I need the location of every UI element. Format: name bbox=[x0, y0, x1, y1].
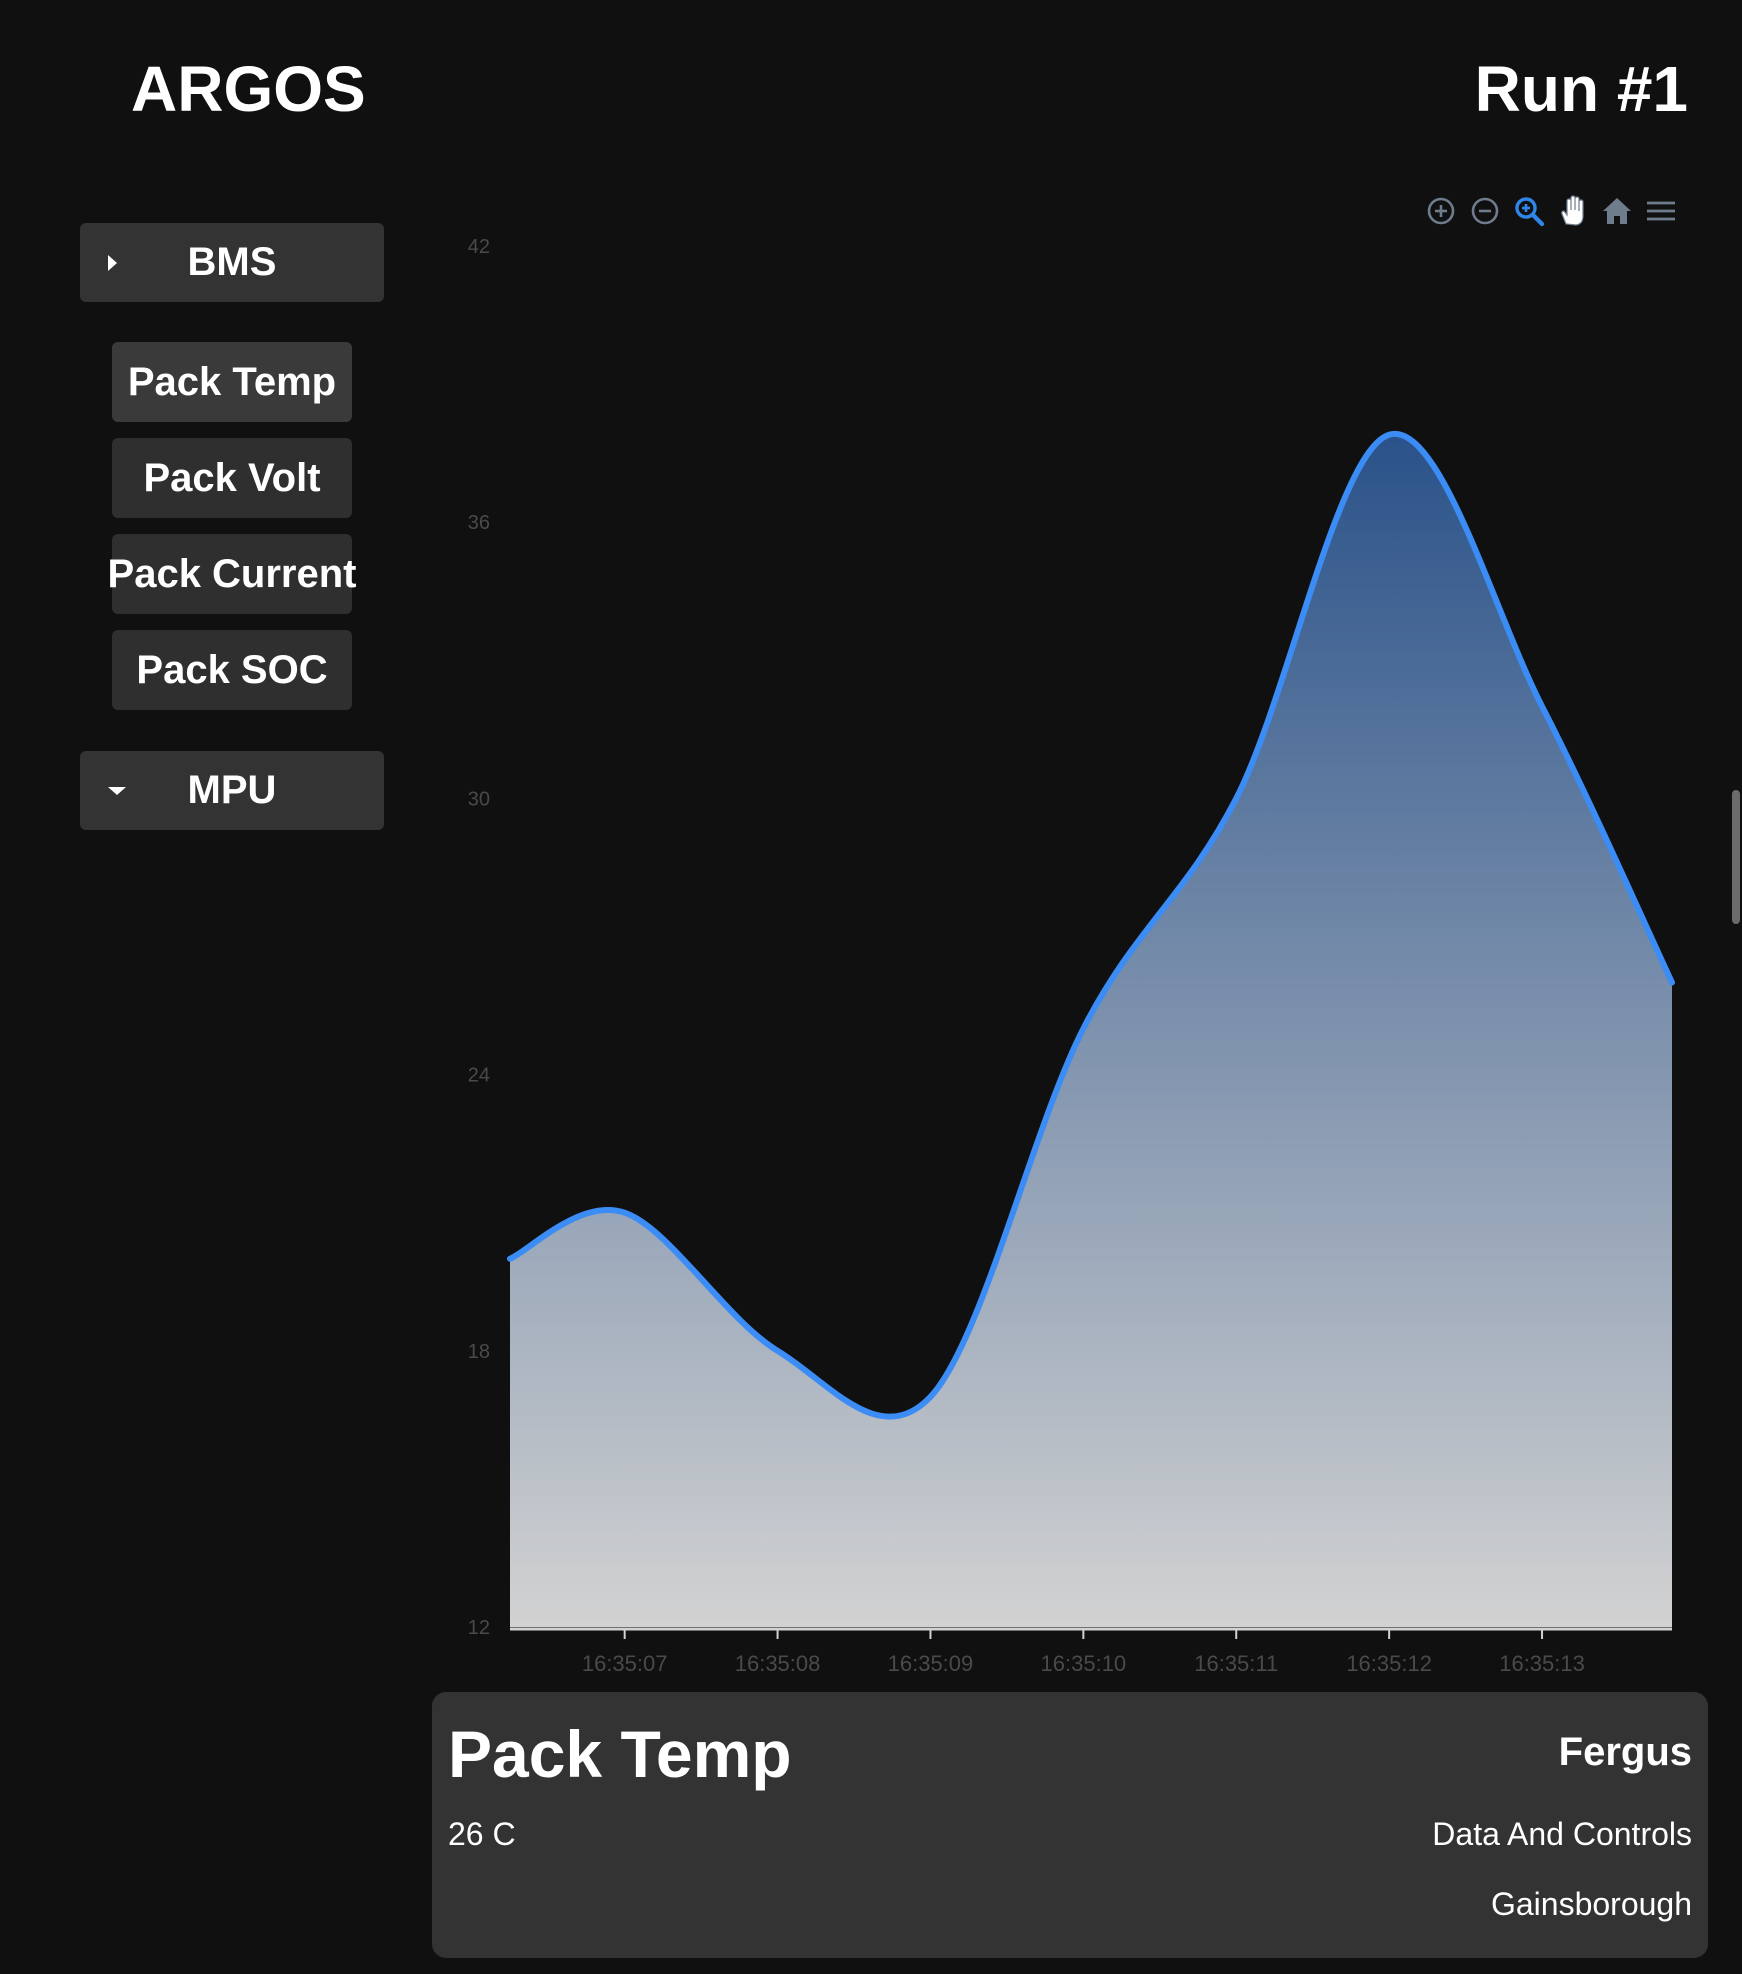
data-point[interactable] bbox=[621, 1209, 629, 1217]
chart-toolbar bbox=[1424, 194, 1678, 228]
zoom-out-icon[interactable] bbox=[1468, 194, 1502, 228]
y-tick-label: 12 bbox=[468, 1617, 490, 1639]
x-tick-label: 16:35:08 bbox=[735, 1651, 821, 1676]
x-tick-label: 16:35:11 bbox=[1194, 1651, 1278, 1676]
data-point[interactable] bbox=[506, 1255, 514, 1263]
selection-zoom-icon[interactable] bbox=[1512, 194, 1546, 228]
series-area-fill bbox=[510, 433, 1672, 1627]
pan-hand-icon[interactable] bbox=[1556, 194, 1590, 228]
y-tick-label: 30 bbox=[468, 788, 490, 810]
reset-home-icon[interactable] bbox=[1600, 194, 1634, 228]
sidebar-item-pack-volt[interactable]: Pack Volt bbox=[112, 438, 352, 518]
info-card-house: Gainsborough bbox=[1490, 1886, 1692, 1922]
info-card: Pack Temp 26 C Fergus Data And Controls … bbox=[432, 1692, 1708, 1958]
info-card-value: 26 C bbox=[448, 1816, 516, 1852]
sidebar-group-mpu[interactable]: MPU bbox=[80, 751, 384, 830]
info-card-team: Data And Controls bbox=[1432, 1816, 1692, 1852]
sidebar-item-pack-temp[interactable]: Pack Temp bbox=[112, 342, 352, 422]
sidebar-item-pack-current[interactable]: Pack Current bbox=[108, 534, 357, 614]
data-point[interactable] bbox=[1079, 1025, 1087, 1033]
data-point[interactable] bbox=[1538, 702, 1546, 710]
sidebar-group-bms[interactable]: BMS bbox=[80, 223, 384, 302]
sidebar-item-pack-soc[interactable]: Pack SOC bbox=[112, 630, 352, 710]
zoom-in-icon[interactable] bbox=[1424, 194, 1458, 228]
x-tick-label: 16:35:13 bbox=[1499, 1651, 1585, 1676]
menu-icon[interactable] bbox=[1644, 194, 1678, 228]
chart-panel: 12 18 24 30 36 42 16:35:07 16:35:08 16:35:09 16:3… bbox=[430, 180, 1690, 1680]
area-chart: 12 18 24 30 36 42 16:35:07 16:35:08 16:35:09 16:3… bbox=[468, 236, 1676, 1676]
data-point[interactable] bbox=[1385, 431, 1393, 439]
app-title: ARGOS bbox=[131, 53, 366, 125]
y-tick-label: 18 bbox=[468, 1341, 490, 1363]
run-title: Run #1 bbox=[1474, 53, 1688, 125]
x-tick-label: 16:35:09 bbox=[888, 1651, 974, 1676]
data-point[interactable] bbox=[926, 1393, 934, 1401]
x-tick-label: 16:35:10 bbox=[1041, 1651, 1127, 1676]
x-tick-label: 16:35:07 bbox=[582, 1651, 668, 1676]
data-point[interactable] bbox=[1232, 794, 1240, 802]
y-tick-label: 36 bbox=[468, 512, 490, 534]
data-point[interactable] bbox=[774, 1347, 782, 1355]
info-card-title: Pack Temp bbox=[448, 1717, 792, 1791]
sidebar-group-label: BMS bbox=[187, 240, 277, 284]
info-card-name: Fergus bbox=[1558, 1730, 1692, 1774]
y-tick-label: 24 bbox=[468, 1065, 490, 1087]
sidebar-group-label: MPU bbox=[187, 768, 277, 812]
x-tick-label: 16:35:12 bbox=[1346, 1651, 1432, 1676]
y-tick-label: 42 bbox=[468, 236, 490, 258]
data-point[interactable] bbox=[1668, 979, 1676, 987]
page-scrollbar[interactable] bbox=[1732, 790, 1740, 924]
